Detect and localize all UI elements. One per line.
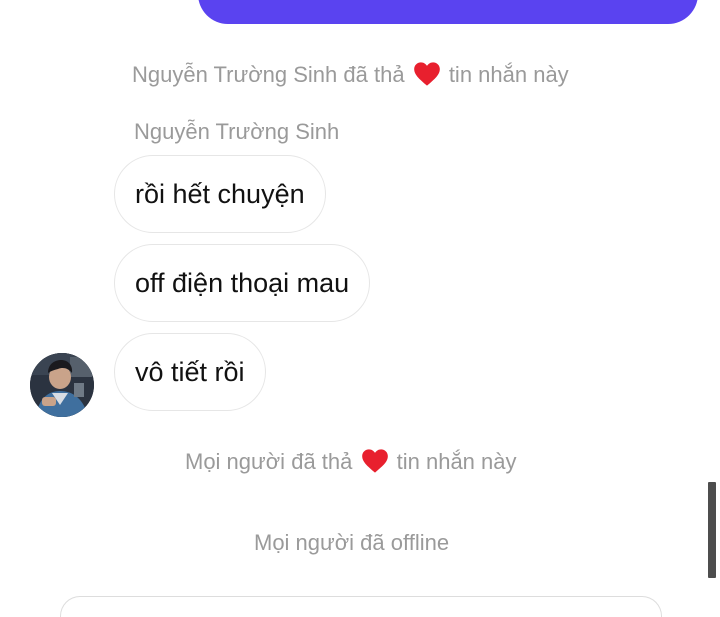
heart-icon bbox=[413, 62, 440, 86]
message-bubble[interactable]: rồi hết chuyện bbox=[114, 155, 326, 233]
composer-edge bbox=[60, 596, 662, 617]
reaction-actor: Nguyễn Trường Sinh bbox=[132, 62, 338, 87]
heart-icon bbox=[361, 449, 388, 473]
message-text: off điện thoại mau bbox=[135, 268, 350, 298]
reaction-verb: đã thả bbox=[291, 449, 353, 474]
reaction-verb: đã thả bbox=[343, 62, 405, 87]
message-bubble[interactable]: vô tiết rồi bbox=[114, 333, 266, 411]
avatar-image bbox=[30, 353, 94, 417]
outgoing-message-bubble[interactable] bbox=[198, 0, 698, 24]
message-bubble[interactable]: off điện thoại mau bbox=[114, 244, 371, 322]
reaction-actor: Mọi người bbox=[185, 449, 286, 474]
status-text: Mọi người đã offline bbox=[254, 530, 450, 555]
reaction-target: tin nhắn này bbox=[396, 449, 517, 474]
message-text: rồi hết chuyện bbox=[135, 179, 305, 209]
avatar[interactable] bbox=[30, 353, 94, 417]
reaction-target: tin nhắn này bbox=[448, 62, 569, 87]
scrollbar[interactable] bbox=[708, 482, 716, 578]
message-text: vô tiết rồi bbox=[135, 357, 245, 387]
sender-name: Nguyễn Trường Sinh bbox=[134, 119, 340, 144]
